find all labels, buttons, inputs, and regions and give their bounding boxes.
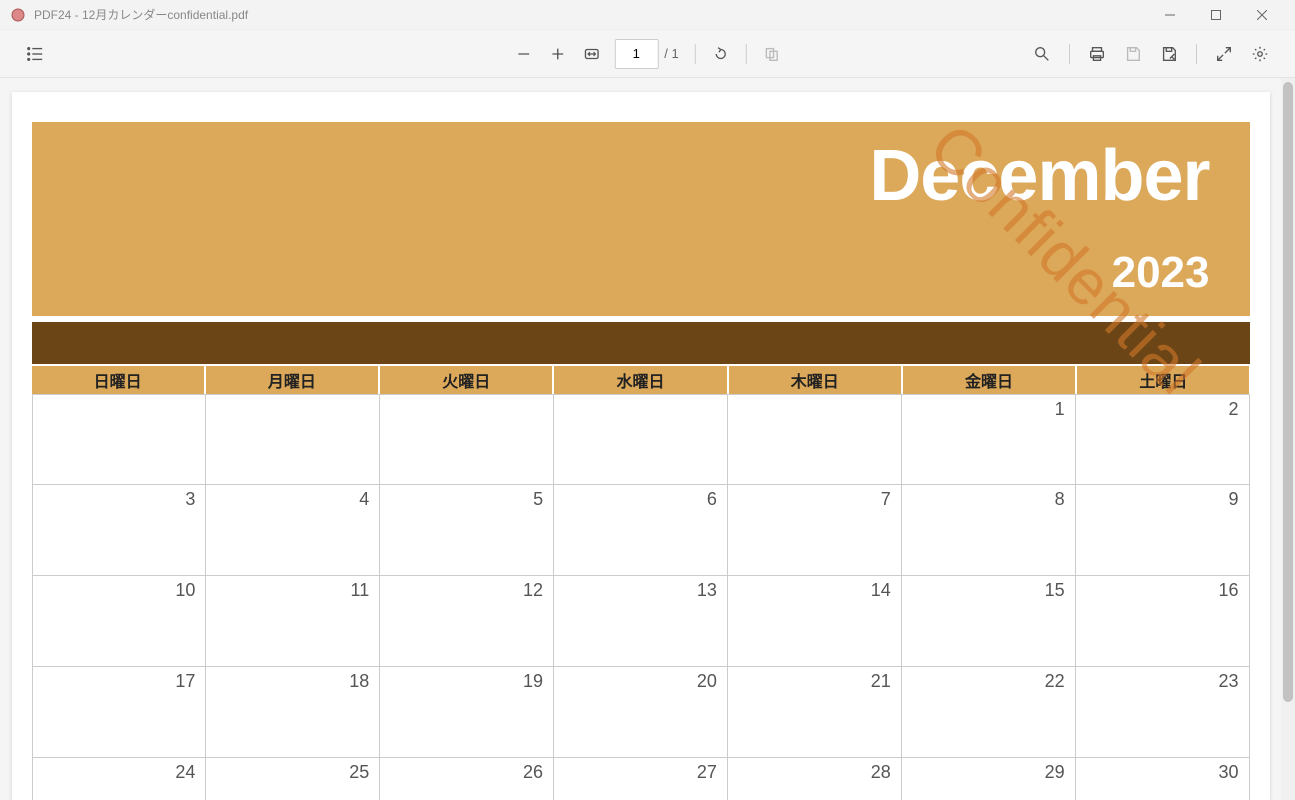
day-header: 金曜日 — [903, 366, 1077, 394]
calendar-cell: 24 — [32, 758, 207, 800]
calendar-cell: 12 — [380, 576, 554, 667]
calendar-cell: 30 — [1076, 758, 1250, 800]
calendar-cell — [32, 394, 207, 485]
outline-icon[interactable] — [18, 37, 52, 71]
calendar-cell: 2 — [1076, 394, 1250, 485]
app-icon — [10, 7, 26, 23]
calendar-row: 12 — [32, 394, 1250, 485]
calendar-cell: 9 — [1076, 485, 1250, 576]
calendar-cell: 3 — [32, 485, 207, 576]
calendar-cell — [554, 394, 728, 485]
day-header-row: 日曜日月曜日火曜日水曜日木曜日金曜日土曜日 — [32, 366, 1250, 394]
calendar-row: 24252627282930 — [32, 758, 1250, 800]
expand-icon[interactable] — [1207, 37, 1241, 71]
calendar-cell: 6 — [554, 485, 728, 576]
zoom-in-button[interactable] — [540, 37, 574, 71]
calendar-cell: 11 — [206, 576, 380, 667]
calendar-cell: 29 — [902, 758, 1076, 800]
day-header: 日曜日 — [32, 366, 206, 394]
calendar-cell: 17 — [32, 667, 207, 758]
calendar-header: December 2023 — [32, 122, 1250, 320]
day-header: 木曜日 — [729, 366, 903, 394]
calendar-cell: 5 — [380, 485, 554, 576]
fit-width-button[interactable] — [574, 37, 608, 71]
pdf-page: Confidential December 2023 日曜日月曜日火曜日水曜日木… — [12, 92, 1270, 800]
rotate-button[interactable] — [704, 37, 738, 71]
document-viewport: Confidential December 2023 日曜日月曜日火曜日水曜日木… — [0, 78, 1295, 800]
day-header: 土曜日 — [1077, 366, 1249, 394]
settings-icon[interactable] — [1243, 37, 1277, 71]
calendar-divider-bar — [32, 322, 1250, 364]
calendar-cell: 27 — [554, 758, 728, 800]
calendar-cell: 8 — [902, 485, 1076, 576]
title-bar: PDF24 - 12月カレンダーconfidential.pdf — [0, 0, 1295, 30]
calendar-cell: 4 — [206, 485, 380, 576]
calendar-cell: 28 — [728, 758, 902, 800]
calendar-cell: 14 — [728, 576, 902, 667]
calendar-cell — [380, 394, 554, 485]
calendar-cell: 21 — [728, 667, 902, 758]
calendar-year: 2023 — [72, 248, 1210, 298]
calendar-row: 3456789 — [32, 485, 1250, 576]
separator — [1069, 44, 1070, 64]
toolbar: / 1 — [0, 30, 1295, 78]
crop-button[interactable] — [755, 37, 789, 71]
day-header: 水曜日 — [554, 366, 728, 394]
calendar-cell: 15 — [902, 576, 1076, 667]
calendar-cell: 7 — [728, 485, 902, 576]
calendar-cell: 1 — [902, 394, 1076, 485]
vertical-scrollbar[interactable] — [1281, 78, 1295, 800]
maximize-button[interactable] — [1193, 0, 1239, 30]
minimize-button[interactable] — [1147, 0, 1193, 30]
separator — [1196, 44, 1197, 64]
calendar-cell: 26 — [380, 758, 554, 800]
separator — [746, 44, 747, 64]
page-total: / 1 — [664, 46, 678, 61]
page-number-input[interactable] — [614, 39, 658, 69]
window-title: PDF24 - 12月カレンダーconfidential.pdf — [34, 6, 1147, 23]
calendar-cell: 20 — [554, 667, 728, 758]
day-header: 火曜日 — [380, 366, 554, 394]
calendar-cell — [206, 394, 380, 485]
save-icon[interactable] — [1116, 37, 1150, 71]
separator — [695, 44, 696, 64]
calendar-cell — [728, 394, 902, 485]
save-edit-icon[interactable] — [1152, 37, 1186, 71]
calendar-cell: 22 — [902, 667, 1076, 758]
zoom-out-button[interactable] — [506, 37, 540, 71]
print-icon[interactable] — [1080, 37, 1114, 71]
calendar-cell: 13 — [554, 576, 728, 667]
scrollbar-thumb[interactable] — [1283, 82, 1293, 702]
day-header: 月曜日 — [206, 366, 380, 394]
calendar-month: December — [72, 140, 1210, 212]
calendar-row: 17181920212223 — [32, 667, 1250, 758]
calendar-cell: 18 — [206, 667, 380, 758]
calendar-cell: 10 — [32, 576, 207, 667]
document-area[interactable]: Confidential December 2023 日曜日月曜日火曜日水曜日木… — [0, 78, 1281, 800]
calendar-cell: 16 — [1076, 576, 1250, 667]
close-button[interactable] — [1239, 0, 1285, 30]
search-icon[interactable] — [1025, 37, 1059, 71]
calendar-grid: 1234567891011121314151617181920212223242… — [32, 394, 1250, 800]
calendar-cell: 25 — [206, 758, 380, 800]
calendar-cell: 23 — [1076, 667, 1250, 758]
calendar-row: 10111213141516 — [32, 576, 1250, 667]
window-controls — [1147, 0, 1285, 30]
calendar-cell: 19 — [380, 667, 554, 758]
